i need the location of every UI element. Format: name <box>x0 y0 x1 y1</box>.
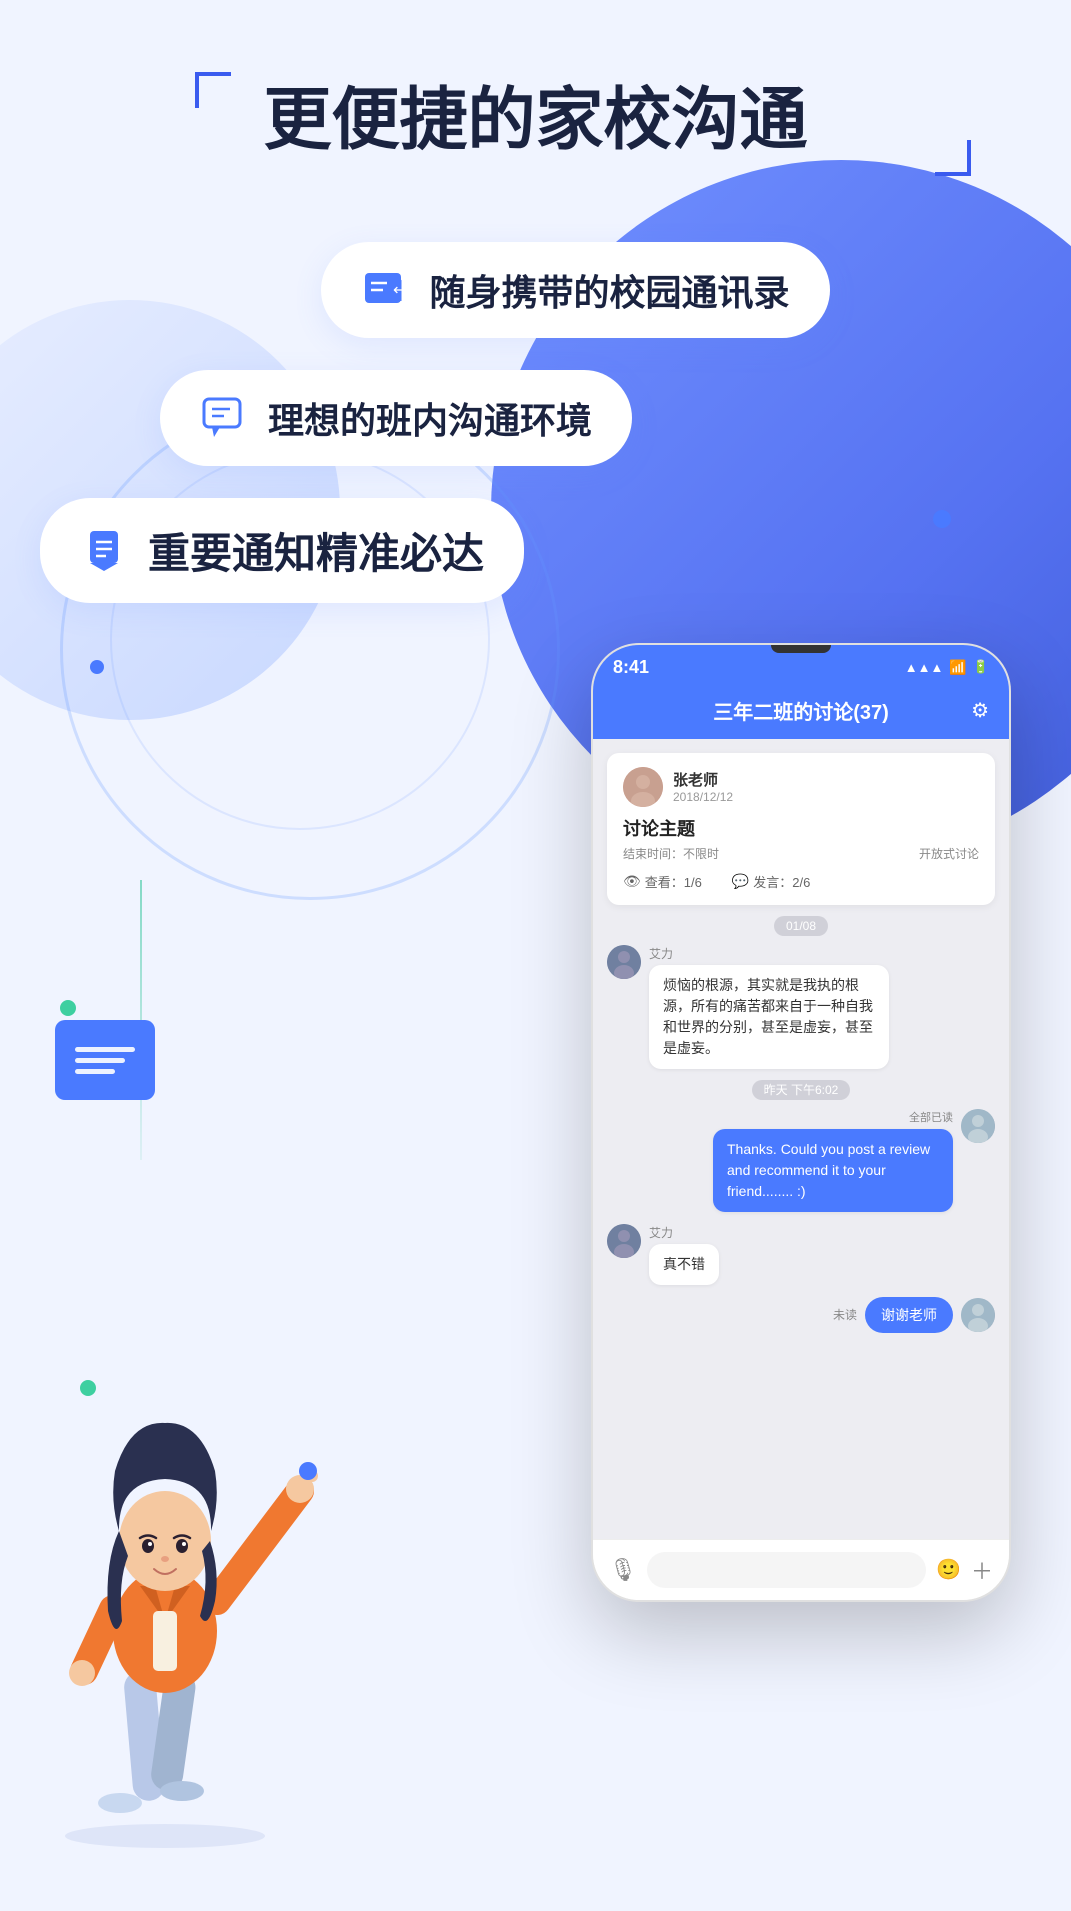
chat-input[interactable] <box>647 1552 926 1588</box>
plus-icon[interactable]: ＋ <box>971 1554 993 1586</box>
post-icon: 💬 <box>732 873 749 890</box>
status-icons: ▲▲▲ 📶 🔋 <box>905 659 989 676</box>
aili-avatar-1 <box>607 945 641 979</box>
feature-text-notify: 重要通知精准必达 <box>148 520 484 581</box>
battery-icon: 🔋 <box>973 659 989 675</box>
view-icon: 👁 <box>623 873 641 890</box>
page-title: 更便捷的家校沟通 <box>40 0 1031 182</box>
aili-avatar-2 <box>607 1224 641 1258</box>
date-sep-text-2: 昨天 下午6:02 <box>752 1080 851 1100</box>
settings-icon[interactable]: ⚙ <box>971 698 989 723</box>
unread-message-row: 未读 谢谢老师 <box>607 1297 995 1333</box>
chat-msg-aili-1: 艾力 烦恼的根源，其实就是我执的根源，所有的痛苦都来自于一种自我和世界的分别，甚… <box>607 945 995 1069</box>
status-time: 8:41 <box>613 657 649 678</box>
discussion-type: 开放式讨论 <box>919 845 979 862</box>
teacher-name: 张老师 <box>673 769 733 790</box>
phone-mockup: 8:41 ▲▲▲ 📶 🔋 三年二班的讨论(37) ⚙ <box>591 643 1011 1602</box>
teacher-date: 2018/12/12 <box>673 790 733 804</box>
post-count: 发言：2/6 <box>753 872 810 891</box>
signal-icon: ▲▲▲ <box>905 660 944 675</box>
end-time: 结束时间：不限时 <box>623 845 719 862</box>
phone-wrapper: 8:41 ▲▲▲ 📶 🔋 三年二班的讨论(37) ⚙ <box>591 643 1011 1602</box>
aili-name-1: 艾力 <box>649 945 889 962</box>
teacher-avatar <box>623 767 663 807</box>
feature-pill-notify: 重要通知精准必达 <box>40 498 524 603</box>
unread-label: 未读 <box>833 1306 857 1323</box>
phone-notch <box>771 645 831 653</box>
svg-text:↩: ↩ <box>393 282 406 299</box>
emoji-icon[interactable]: 🙂 <box>936 1557 961 1582</box>
feature-pill-chat: 理想的班内沟通环境 <box>160 370 632 466</box>
feature-text-chat: 理想的班内沟通环境 <box>268 392 592 444</box>
unread-bubble: 谢谢老师 <box>865 1297 953 1333</box>
chat-input-bar: 🎙 🙂 ＋ <box>593 1539 1009 1600</box>
chat-icon <box>200 394 248 442</box>
chat-body: 张老师 2018/12/12 讨论主题 结束时间：不限时 开放式讨论 👁 <box>593 739 1009 1539</box>
aili-bubble-1: 烦恼的根源，其实就是我执的根源，所有的痛苦都来自于一种自我和世界的分别，甚至是虚… <box>649 965 889 1069</box>
aili-name-2: 艾力 <box>649 1224 719 1241</box>
contact-icon: ↩ <box>361 266 409 314</box>
view-count: 查看：1/6 <box>645 872 702 891</box>
girl-illustration <box>10 1331 320 1851</box>
notify-icon <box>80 526 128 574</box>
date-separator-2: 昨天 下午6:02 <box>607 1081 995 1099</box>
wifi-icon: 📶 <box>949 659 966 676</box>
chat-title: 三年二班的讨论(37) <box>713 696 889 725</box>
feature-pill-contact: ↩ 随身携带的校园通讯录 <box>321 242 829 338</box>
chat-header: 三年二班的讨论(37) ⚙ <box>593 686 1009 739</box>
date-sep-text: 01/08 <box>774 916 828 936</box>
discussion-topic: 讨论主题 <box>623 815 979 841</box>
discussion-card: 张老师 2018/12/12 讨论主题 结束时间：不限时 开放式讨论 👁 <box>607 753 995 905</box>
chat-msg-me: 全部已读 Thanks. Could you post a review and… <box>607 1109 995 1212</box>
chat-msg-aili-2: 艾力 真不错 <box>607 1224 995 1285</box>
aili-bubble-2: 真不错 <box>649 1244 719 1285</box>
voice-icon[interactable]: 🎙 <box>609 1557 637 1583</box>
features-list: ↩ 随身携带的校园通讯录 理想的班内沟通环境 <box>40 242 1031 603</box>
my-avatar <box>961 1109 995 1143</box>
date-separator-1: 01/08 <box>607 917 995 935</box>
my-bubble: Thanks. Could you post a review and reco… <box>713 1129 953 1212</box>
read-label: 全部已读 <box>909 1109 953 1125</box>
girl-svg <box>10 1331 320 1851</box>
feature-text-contact: 随身携带的校园通讯录 <box>429 264 789 316</box>
unread-avatar <box>961 1298 995 1332</box>
